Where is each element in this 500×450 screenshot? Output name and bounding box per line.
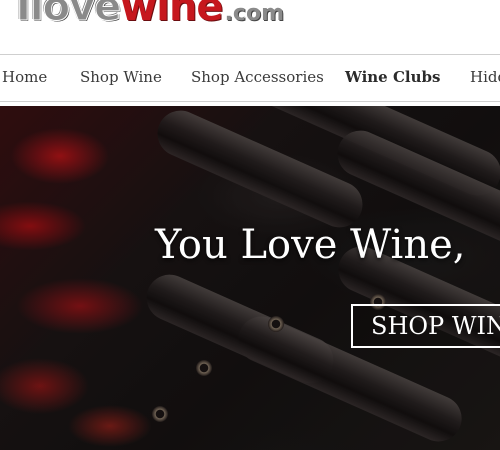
logo-text-ilove: Ilove [15, 0, 121, 31]
nav-item-home[interactable]: Home [2, 55, 47, 101]
nav-item-shop-wine[interactable]: Shop Wine [80, 55, 162, 101]
main-navigation: Home Shop Wine Shop Accessories Wine Clu… [0, 54, 500, 102]
logo-text-domain: .com [224, 1, 284, 26]
nav-item-hidden-gems[interactable]: Hidd [470, 55, 500, 101]
site-logo[interactable]: Ilove wine .com [15, 0, 284, 31]
shop-wine-button[interactable]: SHOP WIN [351, 304, 500, 348]
hero-banner: You Love Wine, SHOP WIN [0, 106, 500, 450]
nav-item-wine-clubs[interactable]: Wine Clubs [345, 55, 440, 101]
hero-headline: You Love Wine, [155, 222, 466, 268]
logo-text-wine: wine [120, 0, 223, 30]
nav-item-shop-accessories[interactable]: Shop Accessories [191, 55, 324, 101]
